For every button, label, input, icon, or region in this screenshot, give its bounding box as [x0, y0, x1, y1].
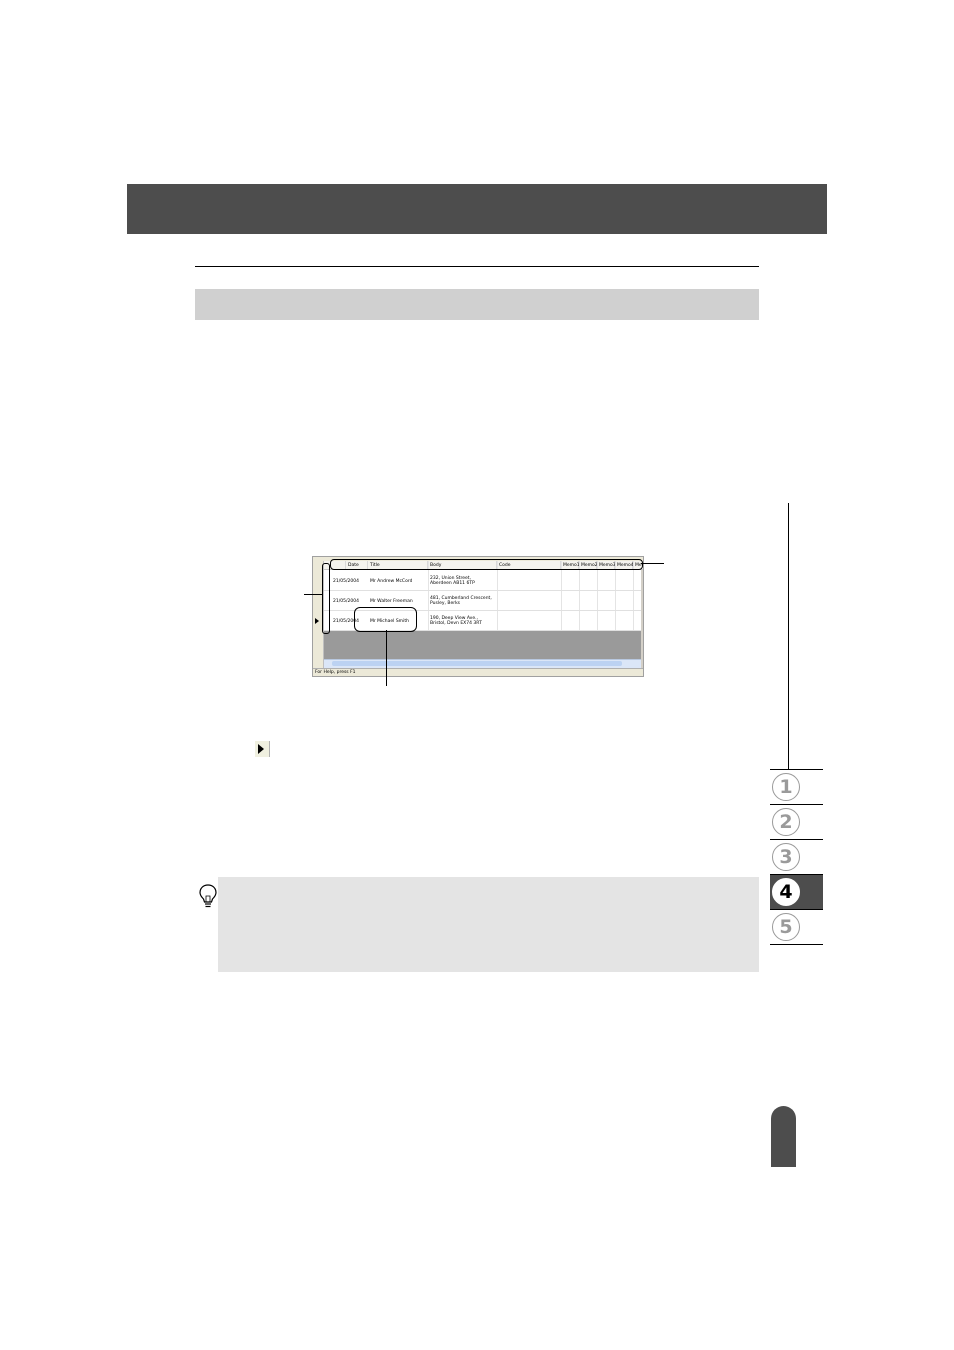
empty-grid-area: [324, 631, 641, 659]
chapter-tab-4[interactable]: 4: [770, 875, 823, 910]
current-record-icon: [315, 618, 319, 624]
chapter-number: 5: [772, 913, 800, 941]
scrollbar-thumb[interactable]: [332, 661, 622, 666]
body-cell: 232, Union Street, Aberdeen AB11 6TP: [430, 571, 475, 591]
callout-leader-line: [641, 563, 664, 564]
horizontal-scrollbar[interactable]: [324, 659, 641, 668]
body-line-2: Pusley, Berks: [430, 601, 461, 606]
page-number-tab: [771, 1106, 796, 1167]
chapter-header-bar: [127, 184, 827, 234]
record-selector-callout: [322, 563, 330, 634]
chapter-tab-3[interactable]: 3: [770, 840, 823, 875]
triangle-right-icon: [255, 741, 270, 757]
chapter-number: 1: [772, 773, 800, 801]
body-cell: 190, Deep View Ave., Bristol, Devn EX74 …: [430, 611, 482, 631]
chapter-number: 3: [772, 843, 800, 871]
chapter-number: 4: [772, 878, 800, 906]
section-heading-band: [195, 289, 759, 320]
table-row[interactable]: 21/05/2004 Mr Andrew McCord 232, Union S…: [324, 571, 641, 591]
date-cell: 21/05/2004: [333, 578, 359, 584]
light-bulb-icon: [199, 884, 217, 908]
body-cell: 481, Cumberland Crescent, Pusley, Berks: [430, 591, 492, 611]
status-bar: For Help, press F1: [313, 668, 643, 676]
chapter-tabs: 1 2 3 4 5: [770, 769, 823, 945]
callout-leader-line: [304, 594, 322, 595]
chapter-tab-5[interactable]: 5: [770, 910, 823, 945]
title-cell: Mr Andrew McCord: [370, 578, 413, 584]
hint-box: [218, 877, 759, 972]
chapter-tab-1[interactable]: 1: [770, 769, 823, 805]
chapter-side-line: [788, 503, 789, 770]
cell-callout: [354, 607, 417, 632]
body-line-2: Bristol, Devn EX74 3RT: [430, 621, 482, 626]
chapter-number: 2: [772, 808, 800, 836]
section-rule: [195, 266, 759, 267]
body-line-2: Aberdeen AB11 6TP: [430, 581, 475, 586]
field-names-callout: [330, 559, 643, 570]
chapter-tab-2[interactable]: 2: [770, 805, 823, 840]
callout-leader-line: [386, 630, 387, 686]
